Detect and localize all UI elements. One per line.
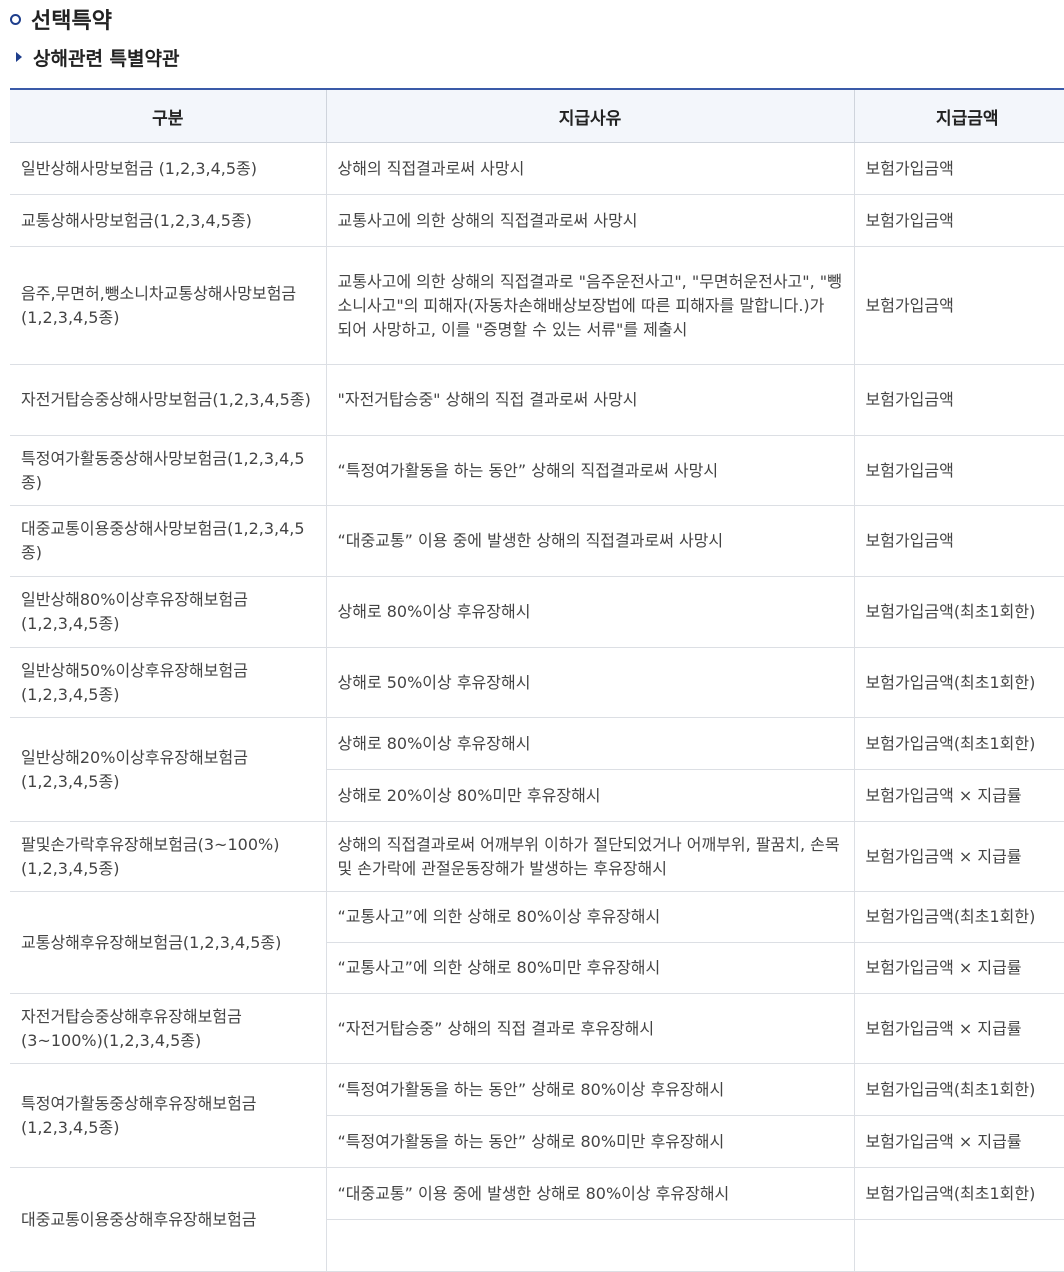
category-cell: 교통상해사망보험금(1,2,3,4,5종) — [10, 194, 326, 247]
reason-cell: 교통사고에 의한 상해의 직접결과로써 사망시 — [325, 194, 854, 247]
table-row: 자전거탑승중상해후유장해보험금(3~100%)(1,2,3,4,5종) “자전거탑… — [10, 993, 1064, 1064]
triangle-bullet-icon — [16, 52, 22, 62]
table-row: 교통상해후유장해보험금(1,2,3,4,5종) “교통사고”에 의한 상해로 80… — [10, 891, 1064, 994]
table-row: 특정여가활동중상해후유장해보험금(1,2,3,4,5종) “특정여가활동을 하는 … — [10, 1063, 1064, 1168]
table-header-row: 구분 지급사유 지급금액 — [10, 88, 1064, 143]
amount-cell: 보험가입금액 — [853, 142, 1064, 195]
reason-cell — [325, 1219, 854, 1272]
table-row: 팔및손가락후유장해보험금(3~100%)(1,2,3,4,5종) 상해의 직접결과… — [10, 821, 1064, 892]
reason-cell: “특정여가활동을 하는 동안” 상해로 80%이상 후유장해시 — [325, 1063, 854, 1116]
table-row: 일반상해50%이상후유장해보험금(1,2,3,4,5종) 상해로 50%이상 후유… — [10, 647, 1064, 718]
amount-cell: 보험가입금액(최초1회한) — [853, 891, 1064, 943]
reason-cell: 교통사고에 의한 상해의 직접결과로 "음주운전사고", "무면허운전사고", … — [325, 246, 854, 365]
amount-cell: 보험가입금액(최초1회한) — [853, 1167, 1064, 1220]
table-row: 특정여가활동중상해사망보험금(1,2,3,4,5종) “특정여가활동을 하는 동안… — [10, 435, 1064, 506]
category-cell: 특정여가활동중상해사망보험금(1,2,3,4,5종) — [10, 435, 326, 506]
amount-cell — [853, 1219, 1064, 1272]
amount-cell: 보험가입금액 — [853, 505, 1064, 577]
subsection-title: 상해관련 특별약관 — [33, 47, 180, 70]
reason-cell: “교통사고”에 의한 상해로 80%미만 후유장해시 — [325, 942, 854, 994]
category-cell: 교통상해후유장해보험금(1,2,3,4,5종) — [10, 891, 326, 994]
amount-cell: 보험가입금액 — [853, 246, 1064, 365]
category-cell: 일반상해사망보험금 (1,2,3,4,5종) — [10, 142, 326, 195]
reason-cell: “대중교통” 이용 중에 발생한 상해로 80%이상 후유장해시 — [325, 1167, 854, 1220]
reason-cell: 상해의 직접결과로써 사망시 — [325, 142, 854, 195]
reason-cell: "자전거탑승중" 상해의 직접 결과로써 사망시 — [325, 364, 854, 436]
category-cell: 대중교통이용중상해사망보험금(1,2,3,4,5종) — [10, 505, 326, 577]
coverage-table: 구분 지급사유 지급금액 일반상해사망보험금 (1,2,3,4,5종) 상해의 직… — [10, 88, 1064, 1272]
amount-cell: 보험가입금액(최초1회한) — [853, 717, 1064, 770]
category-cell: 대중교통이용중상해후유장해보험금 — [10, 1167, 326, 1272]
category-cell: 특정여가활동중상해후유장해보험금(1,2,3,4,5종) — [10, 1063, 326, 1168]
header-amount: 지급금액 — [853, 88, 1064, 143]
category-cell: 자전거탑승중상해후유장해보험금(3~100%)(1,2,3,4,5종) — [10, 993, 326, 1064]
reason-cell: “자전거탑승중” 상해의 직접 결과로 후유장해시 — [325, 993, 854, 1064]
reason-cell: “특정여가활동을 하는 동안” 상해의 직접결과로써 사망시 — [325, 435, 854, 506]
reason-cell: 상해의 직접결과로써 어깨부위 이하가 절단되었거나 어깨부위, 팔꿈치, 손목… — [325, 821, 854, 892]
table-row: 교통상해사망보험금(1,2,3,4,5종) 교통사고에 의한 상해의 직접결과로써… — [10, 194, 1064, 247]
section-title: 선택특약 — [31, 9, 112, 34]
amount-cell: 보험가입금액(최초1회한) — [853, 576, 1064, 648]
subsection-title-row: 상해관련 특별약관 — [16, 44, 179, 70]
section-title-row: 선택특약 — [10, 4, 112, 34]
amount-cell: 보험가입금액 × 지급률 — [853, 821, 1064, 892]
reason-cell: “대중교통” 이용 중에 발생한 상해의 직접결과로써 사망시 — [325, 505, 854, 577]
amount-cell: 보험가입금액(최초1회한) — [853, 1063, 1064, 1116]
table-row: 일반상해20%이상후유장해보험금(1,2,3,4,5종) 상해로 80%이상 후유… — [10, 717, 1064, 822]
reason-cell: “특정여가활동을 하는 동안” 상해로 80%미만 후유장해시 — [325, 1115, 854, 1168]
reason-cell: 상해로 20%이상 80%미만 후유장해시 — [325, 769, 854, 822]
amount-cell: 보험가입금액(최초1회한) — [853, 647, 1064, 718]
category-cell: 팔및손가락후유장해보험금(3~100%)(1,2,3,4,5종) — [10, 821, 326, 892]
table-row: 대중교통이용중상해후유장해보험금 “대중교통” 이용 중에 발생한 상해로 80%… — [10, 1167, 1064, 1272]
circle-bullet-icon — [10, 13, 21, 25]
table-row: 대중교통이용중상해사망보험금(1,2,3,4,5종) “대중교통” 이용 중에 발… — [10, 505, 1064, 577]
reason-cell: “교통사고”에 의한 상해로 80%이상 후유장해시 — [325, 891, 854, 943]
table-row: 자전거탑승중상해사망보험금(1,2,3,4,5종) "자전거탑승중" 상해의 직접… — [10, 364, 1064, 436]
amount-cell: 보험가입금액 × 지급률 — [853, 1115, 1064, 1168]
reason-cell: 상해로 50%이상 후유장해시 — [325, 647, 854, 718]
category-cell: 일반상해80%이상후유장해보험금(1,2,3,4,5종) — [10, 576, 326, 648]
amount-cell: 보험가입금액 × 지급률 — [853, 942, 1064, 994]
header-category: 구분 — [10, 88, 326, 143]
header-reason: 지급사유 — [325, 88, 854, 143]
table-body: 일반상해사망보험금 (1,2,3,4,5종) 상해의 직접결과로써 사망시 보험가입… — [10, 142, 1064, 1272]
category-cell: 자전거탑승중상해사망보험금(1,2,3,4,5종) — [10, 364, 326, 436]
category-cell: 일반상해20%이상후유장해보험금(1,2,3,4,5종) — [10, 717, 326, 822]
reason-cell: 상해로 80%이상 후유장해시 — [325, 576, 854, 648]
table-row: 일반상해80%이상후유장해보험금(1,2,3,4,5종) 상해로 80%이상 후유… — [10, 576, 1064, 648]
category-cell: 일반상해50%이상후유장해보험금(1,2,3,4,5종) — [10, 647, 326, 718]
amount-cell: 보험가입금액 × 지급률 — [853, 993, 1064, 1064]
category-cell: 음주,무면허,뺑소니차교통상해사망보험금(1,2,3,4,5종) — [10, 246, 326, 365]
amount-cell: 보험가입금액 — [853, 435, 1064, 506]
table-row: 일반상해사망보험금 (1,2,3,4,5종) 상해의 직접결과로써 사망시 보험가입… — [10, 142, 1064, 195]
table-row: 음주,무면허,뺑소니차교통상해사망보험금(1,2,3,4,5종) 교통사고에 의한… — [10, 246, 1064, 365]
amount-cell: 보험가입금액 — [853, 194, 1064, 247]
amount-cell: 보험가입금액 — [853, 364, 1064, 436]
amount-cell: 보험가입금액 × 지급률 — [853, 769, 1064, 822]
reason-cell: 상해로 80%이상 후유장해시 — [325, 717, 854, 770]
